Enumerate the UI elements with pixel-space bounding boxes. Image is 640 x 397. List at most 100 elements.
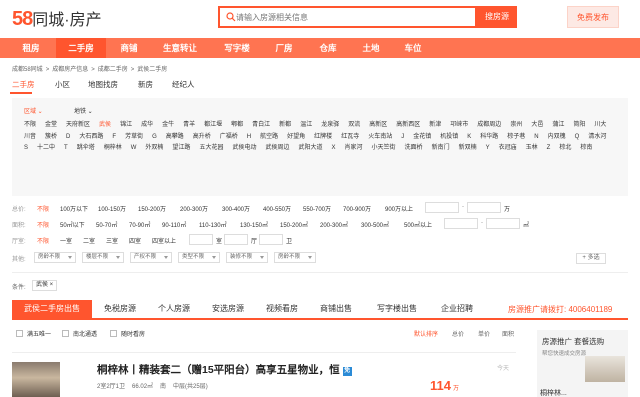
breadcrumb-item[interactable]: 武侯二手房	[137, 67, 167, 73]
price-min-input[interactable]	[425, 202, 459, 213]
nav-item-second-hand[interactable]: 二手房	[56, 38, 106, 58]
area-option[interactable]: 大石西路	[79, 132, 103, 144]
room-count-input[interactable]	[189, 234, 213, 245]
room-option[interactable]: 四室以上	[152, 236, 176, 245]
area-option[interactable]: 高升桥	[193, 132, 211, 144]
area-option[interactable]: 新都	[279, 120, 291, 132]
tab-second-hand[interactable]: 二手房	[12, 79, 35, 90]
area-option[interactable]: 70-90㎡	[129, 220, 150, 229]
area-option[interactable]: 300-500㎡	[361, 220, 389, 229]
area-option[interactable]: 成都周边	[477, 120, 501, 132]
checkbox-full-five-years[interactable]: 满五唯一	[16, 329, 51, 338]
site-logo[interactable]: 58同城·房产	[12, 6, 102, 31]
area-option[interactable]: 玉林	[526, 143, 538, 155]
area-option[interactable]: 棕南	[580, 143, 592, 155]
area-option[interactable]: 500㎡以上	[404, 220, 432, 229]
age-dropdown[interactable]: 房龄不限	[34, 252, 76, 263]
area-option[interactable]: 青白江	[252, 120, 270, 132]
area-option[interactable]: 航空路	[260, 132, 278, 144]
area-option[interactable]: 川音	[24, 132, 36, 144]
area-max-input[interactable]	[486, 218, 520, 229]
area-option[interactable]: 110-130㎡	[199, 220, 227, 229]
breadcrumb-item[interactable]: 成都58同城	[12, 67, 43, 73]
nav-item-office[interactable]: 写字楼	[218, 38, 256, 58]
sidebar-listing-name[interactable]: 桐梓林...	[540, 388, 567, 397]
nav-item-factory[interactable]: 厂房	[268, 38, 300, 58]
sort-default[interactable]: 默认排序	[414, 329, 438, 338]
price-option[interactable]: 100万以下	[60, 204, 88, 213]
tab-map[interactable]: 地图找房	[88, 79, 118, 90]
area-option[interactable]: 双流	[348, 120, 360, 132]
filter-tab-metro[interactable]: 地铁 ⌄	[74, 106, 93, 115]
price-max-input[interactable]	[467, 202, 501, 213]
area-option[interactable]: 跳伞塔	[77, 143, 95, 155]
area-option[interactable]: 科华路	[480, 132, 498, 144]
area-option[interactable]: 简阳	[573, 120, 585, 132]
area-option[interactable]: 红瓦寺	[341, 132, 359, 144]
price-option[interactable]: 900万以上	[385, 204, 413, 213]
hall-count-input[interactable]	[224, 234, 248, 245]
type-dropdown[interactable]: 类型不限	[178, 252, 220, 263]
area-option[interactable]: 郫都	[231, 120, 243, 132]
area-option[interactable]: 成华	[141, 120, 153, 132]
tab-video[interactable]: 视频看房	[258, 300, 306, 318]
price-option[interactable]: 150-200万	[138, 204, 166, 213]
area-option[interactable]: 望江路	[172, 143, 190, 155]
area-option[interactable]: 高新区	[369, 120, 387, 132]
area-option[interactable]: 金堂	[45, 120, 57, 132]
search-button[interactable]: 搜房源	[477, 6, 517, 28]
area-option[interactable]: 川大	[594, 120, 606, 132]
tab-office-sale[interactable]: 写字楼出售	[369, 300, 425, 318]
tab-community[interactable]: 小区	[55, 79, 70, 90]
tab-recruit[interactable]: 企业招聘	[432, 300, 482, 318]
sort-total-price[interactable]: 总价	[452, 329, 464, 338]
area-option[interactable]: 金牛	[162, 120, 174, 132]
nav-item-shop[interactable]: 商铺	[112, 38, 146, 58]
area-option[interactable]: 武侯周边	[265, 143, 289, 155]
area-option[interactable]: 内双槐	[548, 132, 566, 144]
area-option[interactable]: 红牌楼	[314, 132, 332, 144]
area-option[interactable]: 130-150㎡	[240, 220, 268, 229]
area-option[interactable]: 火车南站	[368, 132, 392, 144]
area-option[interactable]: 洗面桥	[405, 143, 423, 155]
decoration-dropdown[interactable]: 装修不限	[226, 252, 268, 263]
area-option[interactable]: 芳草街	[125, 132, 143, 144]
area-option[interactable]: 肖家河	[345, 143, 363, 155]
price-option[interactable]: 不限	[37, 204, 49, 213]
search-input[interactable]	[236, 10, 471, 24]
condition-tag[interactable]: 武侯 ×	[32, 280, 58, 291]
tab-safe-select[interactable]: 安选房源	[204, 300, 252, 318]
area-option[interactable]: 桐梓林	[104, 143, 122, 155]
price-option[interactable]: 400-550万	[263, 204, 291, 213]
room-option[interactable]: 一室	[60, 236, 72, 245]
area-option[interactable]: 不限	[37, 220, 49, 229]
area-option[interactable]: 外双楠	[145, 143, 163, 155]
tab-agent[interactable]: 经纪人	[172, 79, 195, 90]
area-option[interactable]: 150-200㎡	[280, 220, 308, 229]
area-option[interactable]: 崇州	[510, 120, 522, 132]
price-option[interactable]: 300-400万	[222, 204, 250, 213]
area-option[interactable]: 武阳大道	[298, 143, 322, 155]
area-option[interactable]: 广福桥	[220, 132, 238, 144]
nav-item-transfer[interactable]: 生意转让	[158, 38, 202, 58]
bath-count-input[interactable]	[259, 234, 283, 245]
area-option[interactable]: 不限	[24, 120, 36, 132]
area-option[interactable]: 棕北	[559, 143, 571, 155]
filter-tab-district[interactable]: 区域 ⌄	[24, 106, 43, 115]
price-option[interactable]: 700-900万	[343, 204, 371, 213]
area-option[interactable]: 青羊	[183, 120, 195, 132]
nav-item-land[interactable]: 土地	[356, 38, 386, 58]
area-option[interactable]: 50㎡以下	[60, 220, 85, 229]
tab-shop-sale[interactable]: 商铺出售	[312, 300, 360, 318]
tab-tax-free[interactable]: 免税房源	[96, 300, 144, 318]
publish-button[interactable]: 免费发布	[567, 6, 619, 28]
area-option[interactable]: 棕子巷	[507, 132, 525, 144]
area-option[interactable]: 邛崃市	[450, 120, 468, 132]
area-option[interactable]: 新南门	[432, 143, 450, 155]
ownership-dropdown[interactable]: 产权不限	[130, 252, 172, 263]
price-option[interactable]: 100-150万	[98, 204, 126, 213]
checkbox-north-south[interactable]: 南北通透	[62, 329, 97, 338]
area-option[interactable]: 50-70㎡	[96, 220, 117, 229]
tab-personal[interactable]: 个人房源	[150, 300, 198, 318]
tab-district-sale[interactable]: 武侯二手房出售	[12, 300, 92, 318]
